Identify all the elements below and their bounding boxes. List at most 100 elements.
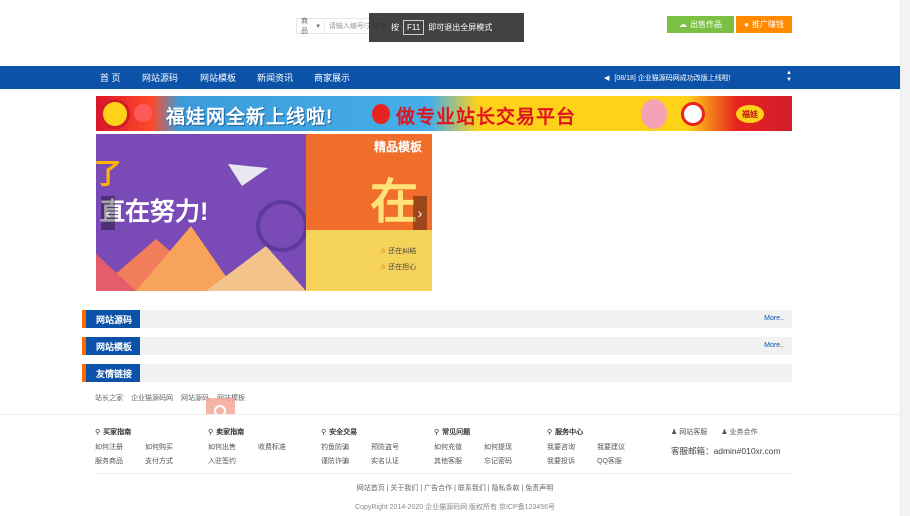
sell-work-button[interactable]: ☁ 出售作品: [667, 16, 734, 33]
slide-right-item-text: 还在担心: [388, 264, 417, 271]
slide-left-char: 了: [96, 158, 123, 189]
footer-links[interactable]: 网站首页 | 关于我们 | 广告合作 | 联系我们 | 隐私条款 | 免责声明: [0, 483, 910, 493]
chevron-up-icon[interactable]: ▲: [786, 70, 792, 77]
slide-right-band: [306, 230, 432, 291]
qq-icon: ♟: [721, 429, 728, 436]
fullscreen-tip-key: F11: [403, 20, 425, 35]
footer-link[interactable]: 我要建议: [597, 442, 637, 452]
chevron-right-icon: ›: [417, 205, 423, 221]
main-nav: 首 页 网站源码 网站模板 新闻资讯 商家展示 ◀ [08/18] 企业猫源码网…: [0, 66, 910, 89]
image-slider[interactable]: 了 直在努力! 精品模板 在 ☆ 还在纠结 ☆ 还在担心: [96, 134, 432, 291]
footer-link[interactable]: 其他客服: [434, 456, 474, 466]
business-link[interactable]: ♟ 业务合作: [721, 427, 757, 437]
footer-column-title: 安全交易: [329, 429, 358, 436]
search-category-select[interactable]: 商品 ▾: [297, 18, 325, 35]
nav-item-news[interactable]: 新闻资讯: [257, 71, 293, 84]
location-pin-icon: ⚲: [95, 429, 101, 436]
footer-column-security: ⚲ 安全交易 钓鱼防骗 预防盗号 谨防诈骗 实名认证: [321, 427, 411, 470]
footer-link[interactable]: 收费标准: [258, 442, 298, 452]
star-icon: ☆: [380, 248, 387, 255]
nav-item-source[interactable]: 网站源码: [142, 71, 178, 84]
lantern-decoration: [681, 102, 705, 126]
promote-earn-button[interactable]: ● 推广赚钱: [736, 16, 792, 33]
slider-next-button[interactable]: ›: [413, 196, 427, 230]
ornament-decoration: [134, 104, 152, 122]
footer-link[interactable]: 如何购买: [145, 442, 185, 452]
fullscreen-tip-text: 即可退出全屏模式: [428, 23, 493, 32]
chevron-left-icon: ‹: [105, 205, 111, 221]
footer-link[interactable]: 谨防诈骗: [321, 456, 361, 466]
banner-headline: 福娃网全新上线啦!: [166, 107, 334, 128]
more-link[interactable]: More..: [764, 342, 784, 349]
nav-item-templates[interactable]: 网站模板: [200, 71, 236, 84]
banner-badge: 福娃: [736, 105, 764, 123]
chevron-down-icon[interactable]: ▼: [786, 77, 792, 84]
footer-link[interactable]: 钓鱼防骗: [321, 442, 361, 452]
section-templates: 网站模板 More..: [82, 337, 792, 355]
footer-link[interactable]: 如何充值: [434, 442, 474, 452]
slide-right-big: 在: [370, 176, 419, 229]
fullscreen-tip: 按 F11 即可退出全屏模式: [369, 13, 524, 42]
footer-column-title: 卖家指南: [216, 429, 245, 436]
customer-service-link[interactable]: ♟ 网站客服: [671, 427, 707, 437]
footer-link[interactable]: 我要咨询: [547, 442, 587, 452]
fullscreen-tip-prefix: 按: [391, 23, 399, 32]
footer-column-faq: ⚲ 常见问题 如何充值 如何提现 其他客服 忘记密码: [434, 427, 524, 470]
footer-link[interactable]: 支付方式: [145, 456, 185, 466]
footer-column-service: ⚲ 服务中心 我要咨询 我要建议 我要投诉 QQ客服: [547, 427, 637, 470]
friend-link[interactable]: 企业猫源码网: [131, 393, 173, 403]
footer-link[interactable]: 如何提现: [484, 442, 524, 452]
section-title: 网站模板: [82, 337, 141, 355]
footer-link[interactable]: 服务商品: [95, 456, 135, 466]
location-pin-icon: ⚲: [547, 429, 553, 436]
footer-link[interactable]: 忘记密码: [484, 456, 524, 466]
slide-left-text: 直在努力!: [100, 198, 209, 226]
footer-column-seller: ⚲ 卖家指南 如何出售 收费标准 入驻签约: [208, 427, 298, 470]
footer-link[interactable]: QQ客服: [597, 456, 637, 466]
chevron-down-icon: ▾: [316, 23, 320, 30]
search-category-label: 商品: [301, 18, 308, 35]
slide-right-item: ☆ 还在担心: [380, 262, 416, 272]
footer-link[interactable]: 如何注册: [95, 442, 135, 452]
qq-icon: ♟: [671, 429, 678, 436]
speaker-icon: ◀: [604, 75, 610, 82]
cloud-upload-icon: ☁: [679, 20, 687, 29]
scrollbar[interactable]: [900, 0, 910, 516]
location-pin-icon: ⚲: [434, 429, 440, 436]
news-ticker[interactable]: ◀ [08/18] 企业猫源码网成功改版上线啦!: [604, 73, 731, 83]
section-friend-links: 友情链接: [82, 364, 792, 382]
footer-link[interactable]: 如何出售: [208, 442, 248, 452]
ticker-arrows[interactable]: ▲ ▼: [786, 70, 792, 84]
customer-service-label: 网站客服: [679, 429, 708, 436]
section-source: 网站源码 More..: [82, 310, 792, 328]
scroll-up-arrow[interactable]: [903, 2, 909, 8]
footer-link[interactable]: 入驻签约: [208, 456, 248, 466]
slide-right-item-text: 还在纠结: [388, 248, 417, 255]
friend-link[interactable]: 站长之家: [95, 393, 123, 403]
site-footer: ⚲ 买家指南 如何注册 如何购买 服务商品 支付方式 ⚲ 卖家指南 如何出售 收费标…: [0, 414, 910, 516]
slide-right-title: 精品模板: [374, 140, 423, 154]
banner-slogan: 做专业站长交易平台: [396, 107, 577, 128]
footer-divider: [95, 473, 792, 474]
sell-work-label: 出售作品: [690, 20, 722, 29]
footer-link[interactable]: 预防盗号: [371, 442, 411, 452]
footer-column-title: 服务中心: [555, 429, 584, 436]
copyright: CopyRight 2014-2020 企业猫源码网 版权所有 京ICP备123…: [355, 504, 555, 511]
footer-link[interactable]: 我要投诉: [547, 456, 587, 466]
footer-link[interactable]: 实名认证: [371, 456, 411, 466]
nav-item-home[interactable]: 首 页: [100, 71, 121, 84]
footer-column-title: 常见问题: [442, 429, 471, 436]
promo-banner[interactable]: 福娃网全新上线啦! 做专业站长交易平台 福娃: [96, 96, 792, 131]
location-pin-icon: ⚲: [208, 429, 214, 436]
friend-link[interactable]: 网站源码: [181, 393, 209, 403]
location-pin-icon: ⚲: [321, 429, 327, 436]
nav-item-merchants[interactable]: 商家展示: [314, 71, 350, 84]
slide-right-item: ☆ 还在纠结: [380, 246, 416, 256]
more-link[interactable]: More..: [764, 315, 784, 322]
money-bag-icon: ●: [744, 20, 749, 29]
business-label: 业务合作: [729, 429, 758, 436]
slider-prev-button[interactable]: ‹: [101, 196, 115, 230]
section-title: 网站源码: [82, 310, 141, 328]
apple-decoration: [372, 104, 390, 124]
footer-column-buyer: ⚲ 买家指南 如何注册 如何购买 服务商品 支付方式: [95, 427, 185, 470]
